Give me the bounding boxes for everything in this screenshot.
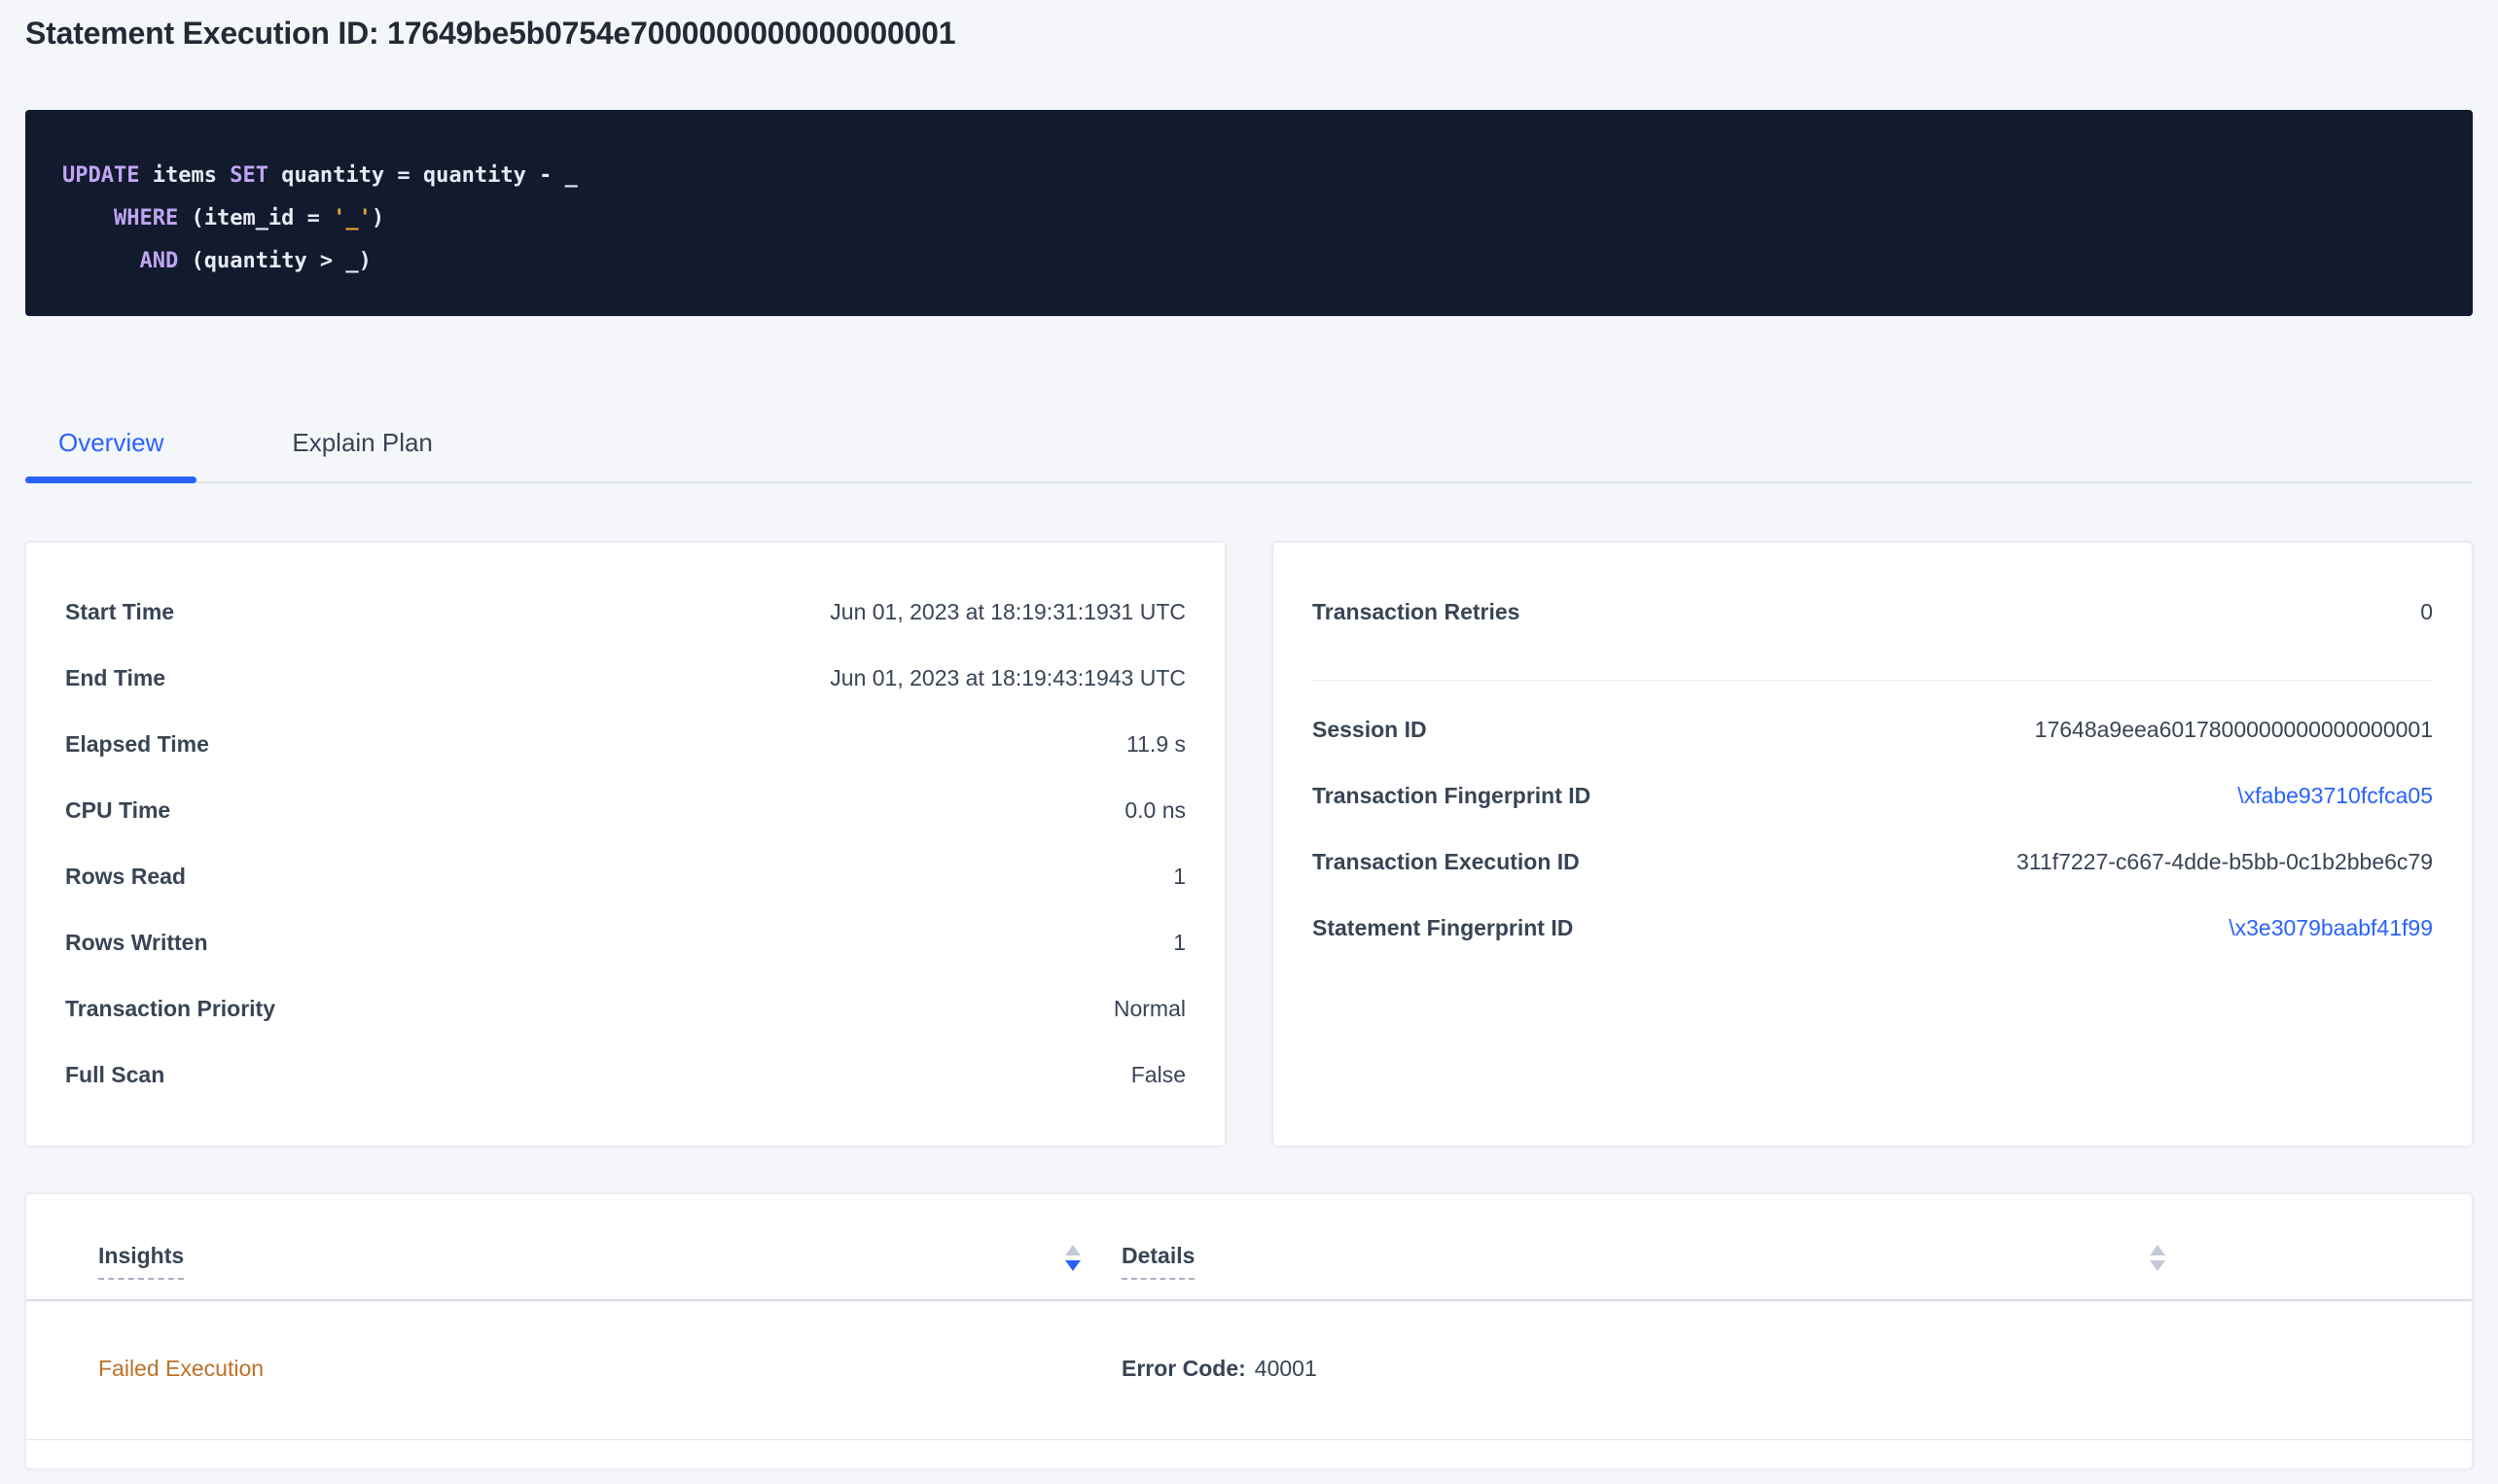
sql-line-1: UPDATE items SET quantity = quantity - _ — [62, 155, 2436, 197]
sort-ascending-icon — [2150, 1245, 2165, 1255]
column-header-insights: Insights — [26, 1243, 1096, 1280]
kv-label: Transaction Execution ID — [1312, 849, 1580, 875]
tab-explain-plan[interactable]: Explain Plan — [259, 428, 466, 481]
sort-descending-icon — [1065, 1260, 1081, 1271]
sql-keyword: WHERE — [114, 206, 178, 230]
kv-row-end-time: End Time Jun 01, 2023 at 18:19:43:1943 U… — [65, 645, 1186, 711]
kv-row-statement-fingerprint-id: Statement Fingerprint ID \x3e3079baabf41… — [1312, 895, 2433, 961]
kv-label: Transaction Retries — [1312, 599, 1519, 625]
sql-literal: '_' — [333, 206, 372, 230]
kv-row-full-scan: Full Scan False — [65, 1042, 1186, 1108]
kv-row-cpu-time: CPU Time 0.0 ns — [65, 777, 1186, 843]
error-code-label: Error Code: — [1122, 1356, 1246, 1381]
kv-label: CPU Time — [65, 797, 170, 824]
kv-row-elapsed-time: Elapsed Time 11.9 s — [65, 711, 1186, 777]
kv-value: 1 — [1173, 930, 1186, 956]
sort-descending-icon — [2150, 1260, 2165, 1271]
kv-label: Rows Read — [65, 864, 186, 890]
kv-value: Normal — [1114, 996, 1186, 1022]
sql-keyword: AND — [139, 249, 178, 273]
insight-cell: Failed Execution — [26, 1356, 1096, 1439]
sql-text: quantity = quantity - _ — [268, 163, 578, 188]
kv-row-transaction-fingerprint-id: Transaction Fingerprint ID \xfabe93710fc… — [1312, 762, 2433, 829]
sort-arrows-icon[interactable] — [2150, 1245, 2165, 1271]
sql-keyword: SET — [230, 163, 268, 188]
transaction-summary-card: Transaction Retries 0 Session ID 17648a9… — [1272, 542, 2473, 1147]
kv-value: 311f7227-c667-4dde-b5bb-0c1b2bbe6c79 — [2016, 849, 2433, 875]
insight-table-row: Failed Execution Error Code: 40001 — [26, 1301, 2472, 1440]
kv-label: End Time — [65, 665, 165, 691]
kv-label: Full Scan — [65, 1062, 164, 1088]
sql-line-2: WHERE (item_id = '_') — [62, 197, 2436, 240]
tab-overview[interactable]: Overview — [25, 428, 196, 481]
sql-text: (item_id = — [178, 206, 333, 230]
kv-value: 1 — [1173, 864, 1186, 890]
summary-cards-row: Start Time Jun 01, 2023 at 18:19:31:1931… — [25, 542, 2473, 1147]
sql-keyword: UPDATE — [62, 163, 139, 188]
kv-label: Transaction Priority — [65, 996, 275, 1022]
sql-indent — [62, 249, 139, 273]
failed-execution-label: Failed Execution — [98, 1356, 264, 1381]
kv-row-transaction-execution-id: Transaction Execution ID 311f7227-c667-4… — [1312, 829, 2433, 895]
statement-execution-page: Statement Execution ID: 17649be5b0754e70… — [0, 0, 2498, 1469]
kv-label: Start Time — [65, 599, 174, 625]
kv-value: 11.9 s — [1126, 731, 1186, 758]
sql-text: items — [139, 163, 230, 188]
kv-row-rows-read: Rows Read 1 — [65, 843, 1186, 909]
error-code-value: 40001 — [1255, 1356, 1317, 1381]
sql-text: (quantity > _) — [178, 249, 372, 273]
kv-row-session-id: Session ID 17648a9eea6017800000000000000… — [1312, 696, 2433, 762]
sql-indent — [62, 206, 114, 230]
details-cell: Error Code: 40001 — [1096, 1356, 1317, 1439]
kv-value: 0.0 ns — [1124, 797, 1186, 824]
insights-column-label[interactable]: Insights — [98, 1243, 184, 1280]
transaction-fingerprint-link[interactable]: \xfabe93710fcfca05 — [2237, 783, 2433, 809]
column-header-details: Details — [1096, 1243, 2181, 1280]
kv-label: Statement Fingerprint ID — [1312, 915, 1573, 941]
kv-value: 17648a9eea6017800000000000000001 — [2035, 717, 2433, 743]
tab-bar: Overview Explain Plan — [25, 428, 2473, 483]
kv-value: Jun 01, 2023 at 18:19:43:1943 UTC — [830, 665, 1186, 691]
sort-arrows-icon[interactable] — [1065, 1245, 1081, 1271]
insights-table-header: Insights Details — [26, 1194, 2472, 1301]
kv-label: Transaction Fingerprint ID — [1312, 783, 1590, 809]
kv-label: Elapsed Time — [65, 731, 209, 758]
sql-statement-box: UPDATE items SET quantity = quantity - _… — [25, 110, 2473, 316]
page-title: Statement Execution ID: 17649be5b0754e70… — [25, 0, 2473, 54]
kv-value: 0 — [2420, 599, 2433, 625]
kv-label: Rows Written — [65, 930, 208, 956]
kv-row-start-time: Start Time Jun 01, 2023 at 18:19:31:1931… — [65, 579, 1186, 645]
sort-ascending-icon — [1065, 1245, 1081, 1255]
kv-row-transaction-priority: Transaction Priority Normal — [65, 975, 1186, 1042]
overview-summary-card: Start Time Jun 01, 2023 at 18:19:31:1931… — [25, 542, 1226, 1147]
kv-value: Jun 01, 2023 at 18:19:31:1931 UTC — [830, 599, 1186, 625]
details-column-label[interactable]: Details — [1122, 1243, 1195, 1280]
kv-label: Session ID — [1312, 717, 1427, 743]
sql-line-3: AND (quantity > _) — [62, 240, 2436, 283]
statement-fingerprint-link[interactable]: \x3e3079baabf41f99 — [2229, 915, 2433, 941]
kv-row-rows-written: Rows Written 1 — [65, 909, 1186, 975]
kv-row-transaction-retries: Transaction Retries 0 — [1312, 579, 2433, 645]
insights-table-card: Insights Details Failed Execution Err — [25, 1193, 2473, 1469]
card-divider — [1312, 680, 2433, 681]
kv-value: False — [1131, 1062, 1186, 1088]
sql-text: ) — [372, 206, 384, 230]
